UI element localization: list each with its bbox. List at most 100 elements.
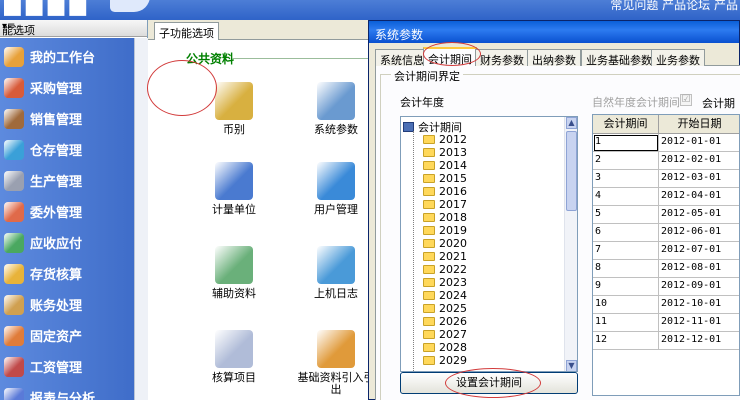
tree-year-label: 2020 [439, 237, 467, 250]
sidebar-item-label: 采购管理 [30, 82, 83, 97]
grid-cell[interactable]: 2012-05-01 [659, 206, 739, 224]
tree-year-label: 2029 [439, 354, 467, 367]
grid-cell[interactable]: 2012-12-01 [659, 332, 739, 350]
grid-cell[interactable]: 3 [593, 170, 659, 188]
sidebar-item-label: 账务处理 [30, 299, 83, 314]
tree-year-node[interactable]: 2016 [423, 185, 467, 198]
sidebar-item[interactable]: 生产管理 [0, 165, 134, 196]
tree-year-node[interactable]: 2023 [423, 276, 467, 289]
tree-year-node[interactable]: 2014 [423, 159, 467, 172]
tree-year-node[interactable]: 2028 [423, 341, 467, 354]
sidebar-item[interactable]: 账务处理 [0, 289, 134, 320]
function-item[interactable]: 计量单位 [194, 162, 274, 216]
sidebar-scrollbar[interactable] [134, 38, 148, 400]
function-icon [317, 82, 355, 120]
tree-scroll-thumb[interactable] [566, 131, 577, 211]
tree-year-label: 2018 [439, 211, 467, 224]
function-item[interactable]: 系统参数 [296, 82, 376, 136]
tree-year-label: 2023 [439, 276, 467, 289]
module-icon [4, 263, 24, 284]
grid-cell[interactable]: 2012-10-01 [659, 296, 739, 314]
tab-sub-functions[interactable]: 子功能选项 [154, 22, 219, 40]
grid-cell[interactable]: 8 [593, 260, 659, 278]
fiscal-year-tree[interactable]: 会计期间 2012 2013 2014 2015 2016 2017 2018 2019 202… [400, 116, 578, 372]
tree-year-node[interactable]: 2013 [423, 146, 467, 159]
grid-cell[interactable]: 12 [593, 332, 659, 350]
dialog-tab[interactable]: 出纳参数 [527, 49, 581, 67]
dialog-tab[interactable]: 业务参数 [651, 49, 705, 67]
folder-icon [423, 265, 435, 274]
tree-year-node[interactable]: 2024 [423, 289, 467, 302]
grid-cell[interactable]: 2012-07-01 [659, 242, 739, 260]
sidebar-header: 能选项 ▾≡ [0, 20, 147, 37]
function-item[interactable]: 辅助资料 [194, 246, 274, 300]
function-item[interactable]: 上机日志 [296, 246, 376, 300]
banner-links[interactable]: 常见问题 产品论坛 产品 [610, 0, 738, 13]
sidebar-item[interactable]: 仓存管理 [0, 134, 134, 165]
tree-year-node[interactable]: 2021 [423, 250, 467, 263]
tree-year-node[interactable]: 2015 [423, 172, 467, 185]
sidebar-item[interactable]: 销售管理 [0, 103, 134, 134]
grid-cell[interactable]: 2012-11-01 [659, 314, 739, 332]
sidebar-item[interactable]: 存货核算 [0, 258, 134, 289]
grid-cell[interactable]: 4 [593, 188, 659, 206]
sidebar-item-label: 固定资产 [30, 330, 83, 345]
tree-year-node[interactable]: 2012 [423, 133, 467, 146]
function-item[interactable]: 核算项目 [194, 330, 274, 384]
grid-cell[interactable]: 1 [593, 134, 659, 152]
grid-cell[interactable]: 5 [593, 206, 659, 224]
grid-column-header[interactable]: 会计期间 [593, 115, 659, 134]
tree-year-label: 2028 [439, 341, 467, 354]
grid-cell[interactable]: 6 [593, 224, 659, 242]
module-icon [4, 46, 24, 67]
sidebar-item[interactable]: 应收应付 [0, 227, 134, 258]
grid-cell[interactable]: 2012-06-01 [659, 224, 739, 242]
function-item[interactable]: 用户管理 [296, 162, 376, 216]
sidebar-pin-icon[interactable]: ▾≡ [2, 21, 143, 32]
sidebar-item[interactable]: 工资管理 [0, 351, 134, 382]
scroll-down-icon[interactable]: ▼ [566, 360, 577, 371]
sidebar-item[interactable]: 委外管理 [0, 196, 134, 227]
natural-year-checkbox[interactable]: ☑ [680, 94, 692, 106]
tree-year-node[interactable]: 2018 [423, 211, 467, 224]
folder-icon [423, 148, 435, 157]
sidebar-item[interactable]: 报表与分析 [0, 382, 134, 400]
module-icon [4, 294, 24, 315]
grid-cell[interactable]: 2 [593, 152, 659, 170]
tree-year-node[interactable]: 2026 [423, 315, 467, 328]
dialog-tab[interactable]: 业务基础参数 [581, 49, 657, 67]
grid-cell[interactable]: 2012-03-01 [659, 170, 739, 188]
tree-year-node[interactable]: 2022 [423, 263, 467, 276]
sidebar-item[interactable]: 固定资产 [0, 320, 134, 351]
section-divider [232, 58, 372, 59]
sidebar-item-label: 应收应付 [30, 237, 83, 252]
scroll-up-icon[interactable]: ▲ [566, 117, 577, 129]
tree-year-node[interactable]: 2029 [423, 354, 467, 367]
grid-cell[interactable]: 10 [593, 296, 659, 314]
sidebar-item-label: 销售管理 [30, 113, 83, 128]
sidebar-item[interactable]: 我的工作台 [0, 41, 134, 72]
module-icon [4, 232, 24, 253]
grid-cell[interactable]: 9 [593, 278, 659, 296]
tree-year-node[interactable]: 2025 [423, 302, 467, 315]
module-icon [4, 325, 24, 346]
tree-year-node[interactable]: 2019 [423, 224, 467, 237]
dialog-tab[interactable]: 财务参数 [475, 49, 529, 67]
tree-year-node[interactable]: 2020 [423, 237, 467, 250]
grid-cell[interactable]: 2012-01-01 [659, 134, 739, 152]
grid-cell[interactable]: 2012-08-01 [659, 260, 739, 278]
grid-cell[interactable]: 11 [593, 314, 659, 332]
tree-year-node[interactable]: 2017 [423, 198, 467, 211]
tree-year-node[interactable]: 2027 [423, 328, 467, 341]
sidebar: 能选项 ▾≡ 我的工作台采购管理销售管理仓存管理 生产管理 委外管理应收应付存货核算… [0, 20, 148, 400]
period-grid[interactable]: 会计期间 开始日期 1 2012-01-01 2 2012-02-01 3 2012-03-0… [592, 114, 740, 396]
grid-cell[interactable]: 2012-04-01 [659, 188, 739, 206]
grid-column-header[interactable]: 开始日期 [659, 115, 739, 134]
function-item[interactable]: 基础资料引入引出 [296, 330, 376, 396]
dialog-tab[interactable]: 系统信息 [375, 49, 429, 67]
grid-cell[interactable]: 2012-09-01 [659, 278, 739, 296]
grid-cell[interactable]: 2012-02-01 [659, 152, 739, 170]
sidebar-item[interactable]: 采购管理 [0, 72, 134, 103]
tree-scrollbar[interactable]: ▲ ▼ [564, 117, 577, 371]
grid-cell[interactable]: 7 [593, 242, 659, 260]
